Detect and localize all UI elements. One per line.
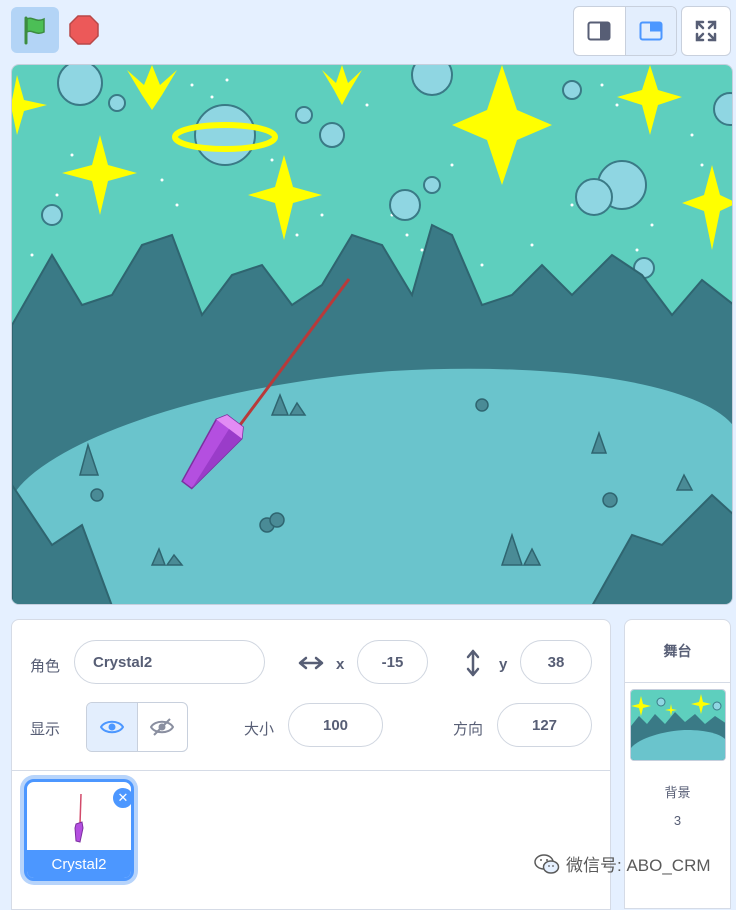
direction-field[interactable]: 127 xyxy=(497,703,592,747)
normal-stage-button[interactable] xyxy=(624,7,676,55)
backdrops-count: 3 xyxy=(673,813,682,828)
y-position-field[interactable]: 38 xyxy=(520,640,592,684)
size-field[interactable]: 100 xyxy=(288,703,383,747)
stage-toolbar xyxy=(0,0,736,62)
wechat-icon xyxy=(534,853,560,874)
small-stage-icon xyxy=(587,21,611,41)
stage-canvas[interactable] xyxy=(11,64,733,605)
x-value: -15 xyxy=(381,653,404,671)
sprite-label: 角色 xyxy=(30,658,61,675)
sprite-tile-crystal2[interactable]: ✕ Crystal2 xyxy=(24,779,134,881)
eye-icon xyxy=(99,720,124,734)
stage-size-toggle xyxy=(573,6,677,56)
size-label: 大小 xyxy=(244,721,275,738)
size-value: 100 xyxy=(322,716,349,734)
sprite-name-field[interactable]: Crystal2 xyxy=(74,640,265,684)
stop-button[interactable] xyxy=(66,12,102,48)
show-sprite-button[interactable] xyxy=(87,703,137,751)
x-label: x xyxy=(336,656,345,673)
fullscreen-button[interactable] xyxy=(681,6,731,56)
normal-stage-icon xyxy=(639,21,663,41)
stage-title: 舞台 xyxy=(625,620,730,683)
direction-value: 127 xyxy=(531,716,558,734)
x-position-field[interactable]: -15 xyxy=(357,640,428,684)
y-label: y xyxy=(499,656,508,673)
green-flag-button[interactable] xyxy=(11,7,59,53)
fullscreen-icon xyxy=(695,20,717,42)
watermark: 微信号: ABO_CRM xyxy=(534,851,711,876)
backdrops-label: 背景 xyxy=(664,785,691,800)
sprite-tile-label: Crystal2 xyxy=(27,850,131,878)
eye-slash-icon xyxy=(150,718,175,736)
small-stage-button[interactable] xyxy=(574,7,625,55)
crystal-thumbnail xyxy=(74,793,84,843)
stop-sign-icon xyxy=(69,15,99,45)
direction-label: 方向 xyxy=(453,721,484,738)
sprite-list: ✕ Crystal2 xyxy=(11,770,611,910)
hide-sprite-button[interactable] xyxy=(136,703,188,751)
y-value: 38 xyxy=(547,653,565,671)
green-flag-icon xyxy=(24,16,45,45)
horizontal-arrow-icon xyxy=(298,656,324,670)
space-backdrop xyxy=(12,65,732,604)
vertical-arrow-icon xyxy=(466,649,480,677)
delete-sprite-button[interactable]: ✕ xyxy=(111,786,131,810)
sprite-info-panel: 角色 Crystal2 x -15 y 38 显示 大小 100 方向 127 xyxy=(11,619,611,771)
visibility-toggle xyxy=(86,702,188,752)
backdrop-thumbnail[interactable] xyxy=(630,689,726,761)
close-icon: ✕ xyxy=(117,790,129,805)
show-label: 显示 xyxy=(30,721,61,738)
watermark-text: 微信号: ABO_CRM xyxy=(566,856,711,875)
sprite-name-value: Crystal2 xyxy=(93,653,153,671)
